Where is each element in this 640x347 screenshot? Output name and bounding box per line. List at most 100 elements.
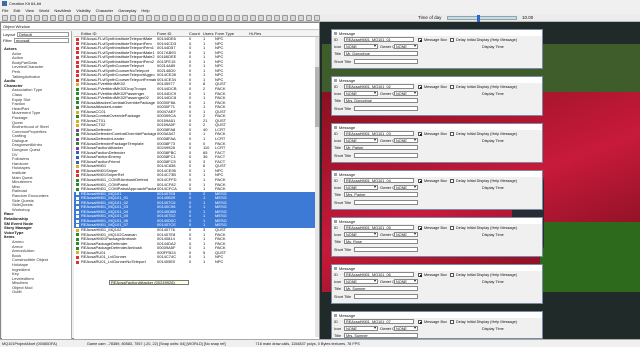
toolbar-button[interactable] [114, 14, 120, 21]
short-title-input[interactable] [354, 247, 418, 252]
id-input[interactable]: REAcsaHM01_MQ101_04 [344, 178, 414, 183]
toolbar-button[interactable] [202, 14, 208, 21]
delay-checkbox[interactable] [450, 179, 454, 183]
delay-checkbox[interactable] [450, 38, 454, 42]
toolbar-button[interactable] [266, 14, 272, 21]
title-input[interactable]: Mr. Parker [344, 145, 418, 150]
toolbar-button[interactable] [42, 14, 48, 21]
toolbar-button[interactable] [2, 14, 8, 21]
id-input[interactable]: REAcsaHM01_MQ101_01 [344, 37, 414, 42]
menu-character[interactable]: Character [96, 8, 114, 13]
short-title-input[interactable] [354, 200, 418, 205]
scrollbar-thumb[interactable] [315, 67, 319, 127]
menu-visibility[interactable]: Visibility [76, 8, 90, 13]
id-input[interactable]: REAcsaHM01_MQ101_02 [344, 84, 414, 89]
column-header[interactable]: Hi-Res [248, 31, 270, 36]
icon-select[interactable]: NONE [344, 326, 378, 331]
message-box-checkbox[interactable] [418, 273, 422, 277]
short-title-input[interactable] [354, 153, 418, 158]
title-input[interactable]: Mr. Sumner [344, 286, 418, 291]
short-title-input[interactable] [354, 294, 418, 299]
message-box-checkbox[interactable] [418, 38, 422, 42]
toolbar-button[interactable] [66, 14, 72, 21]
delay-checkbox[interactable] [450, 273, 454, 277]
toolbar-button[interactable] [82, 14, 88, 21]
owner-quest-select[interactable]: NONE [394, 44, 418, 49]
icon-select[interactable]: NONE [344, 232, 378, 237]
slider-thumb[interactable] [476, 15, 480, 22]
toolbar-button[interactable] [162, 14, 168, 21]
column-header[interactable]: Editor ID [80, 31, 156, 36]
delay-checkbox[interactable] [450, 226, 454, 230]
toolbar-button[interactable] [178, 14, 184, 21]
icon-select[interactable]: NONE [344, 44, 378, 49]
toolbar-button[interactable] [90, 14, 96, 21]
short-title-input[interactable] [354, 59, 418, 64]
owner-quest-select[interactable]: NONE [394, 279, 418, 284]
message-box-checkbox[interactable] [418, 226, 422, 230]
menu-gameplay[interactable]: Gameplay [118, 8, 136, 13]
toolbar-button[interactable] [218, 14, 224, 21]
toolbar-button[interactable] [34, 14, 40, 21]
title-input[interactable]: Mrs. Sumner [344, 333, 418, 338]
owner-quest-select[interactable]: NONE [394, 138, 418, 143]
toolbar-button[interactable] [18, 14, 24, 21]
toolbar-button[interactable] [234, 14, 240, 21]
icon-select[interactable]: NONE [344, 279, 378, 284]
short-title-input[interactable] [354, 106, 418, 111]
icon-select[interactable]: NONE [344, 138, 378, 143]
id-input[interactable]: REAcsaHM01_MQ101_05 [344, 225, 414, 230]
toolbar-button[interactable] [306, 14, 312, 21]
menu-edit[interactable]: Edit [13, 8, 20, 13]
toolbar-button[interactable] [50, 14, 56, 21]
time-of-day-slider[interactable] [447, 15, 517, 22]
toolbar-button[interactable] [194, 14, 200, 21]
toolbar-button[interactable] [274, 14, 280, 21]
toolbar-button[interactable] [282, 14, 288, 21]
toolbar-button[interactable] [226, 14, 232, 21]
toolbar-button[interactable] [290, 14, 296, 21]
toolbar-button[interactable] [26, 14, 32, 21]
toolbar-button[interactable] [106, 14, 112, 21]
column-header[interactable]: Form ID [156, 31, 188, 36]
column-header[interactable]: Count [188, 31, 202, 36]
toolbar-button[interactable] [122, 14, 128, 21]
toolbar-button[interactable] [130, 14, 136, 21]
title-input[interactable]: Ms. Rose [344, 239, 418, 244]
owner-quest-select[interactable]: NONE [394, 91, 418, 96]
toolbar-button[interactable] [154, 14, 160, 21]
delay-checkbox[interactable] [450, 320, 454, 324]
column-header[interactable]: Users [202, 31, 214, 36]
message-box-checkbox[interactable] [418, 320, 422, 324]
toolbar-button[interactable] [186, 14, 192, 21]
toolbar-button[interactable] [10, 14, 16, 21]
icon-select[interactable]: NONE [344, 185, 378, 190]
message-box-checkbox[interactable] [418, 132, 422, 136]
delay-checkbox[interactable] [450, 132, 454, 136]
owner-quest-select[interactable]: NONE [394, 185, 418, 190]
id-input[interactable]: REAcsaHM01_MQ101_07 [344, 319, 414, 324]
toolbar-button[interactable] [250, 14, 256, 21]
toolbar-button[interactable] [258, 14, 264, 21]
owner-quest-select[interactable]: NONE [394, 326, 418, 331]
title-input[interactable]: Mr. Donoghue [344, 51, 418, 56]
layout-select[interactable]: Default [17, 31, 69, 37]
message-box-checkbox[interactable] [418, 85, 422, 89]
filter-input[interactable]: mocsall [13, 37, 69, 43]
menu-world[interactable]: World [39, 8, 49, 13]
icon-select[interactable]: NONE [344, 91, 378, 96]
tree-item[interactable]: Outfit [2, 290, 70, 295]
delay-checkbox[interactable] [450, 85, 454, 89]
object-list-scrollbar[interactable] [315, 37, 319, 337]
toolbar-button[interactable] [170, 14, 176, 21]
menu-help[interactable]: Help [141, 8, 149, 13]
message-box-checkbox[interactable] [418, 179, 422, 183]
table-row[interactable]: REAcsaRU01_LvlGunnerNoTeleport 001405E0 0 1… [74, 260, 319, 265]
menu-file[interactable]: File [2, 8, 8, 13]
toolbar-button[interactable] [314, 14, 320, 21]
toolbar-button[interactable] [98, 14, 104, 21]
toolbar-button[interactable] [298, 14, 304, 21]
title-input[interactable]: Mrs. Donoghue [344, 98, 418, 103]
menu-view[interactable]: View [25, 8, 34, 13]
toolbar-button[interactable] [138, 14, 144, 21]
